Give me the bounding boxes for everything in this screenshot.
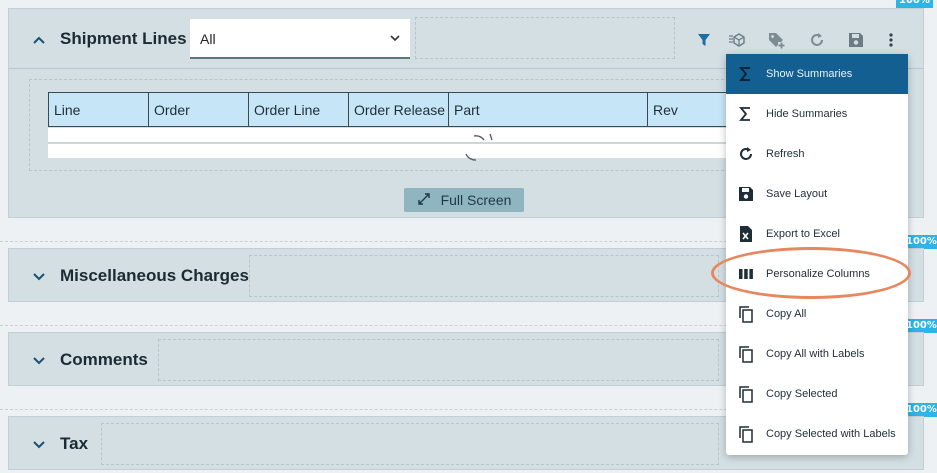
excel-icon [726, 225, 766, 243]
menu-item-export-excel[interactable]: Export to Excel [726, 214, 908, 254]
menu-item-label: Copy All [766, 308, 807, 320]
menu-item-copy-selected-labels[interactable]: Copy Selected with Labels [726, 414, 908, 454]
menu-item-label: Refresh [766, 148, 805, 160]
zoom-badge-tax: 100% [903, 403, 937, 417]
filter-icon[interactable] [693, 29, 715, 51]
menu-item-personalize-columns[interactable]: Personalize Columns [726, 254, 908, 294]
kebab-menu-icon[interactable] [880, 29, 902, 51]
loading-spinner-icon [458, 132, 498, 162]
chevron-down-icon[interactable] [29, 350, 49, 370]
cube-list-icon[interactable] [726, 29, 748, 51]
copy-icon [726, 385, 766, 403]
chevron-down-icon[interactable] [29, 434, 49, 454]
column-header-order[interactable]: Order [148, 92, 248, 127]
copy-icon [726, 425, 766, 443]
menu-item-refresh[interactable]: Refresh [726, 134, 908, 174]
zoom-badge-comments: 100% [903, 319, 937, 333]
chevron-down-icon[interactable] [29, 266, 49, 286]
column-header-order-line[interactable]: Order Line [248, 92, 348, 127]
expand-icon [417, 192, 431, 209]
copy-icon [726, 345, 766, 363]
menu-item-label: Show Summaries [766, 68, 853, 80]
menu-item-save-layout[interactable]: Save Layout [726, 174, 908, 214]
menu-item-label: Export to Excel [766, 228, 840, 240]
copy-icon [726, 305, 766, 323]
zoom-badge-misc: 100% [903, 235, 937, 249]
menu-item-show-summaries[interactable]: Show Summaries [726, 54, 908, 94]
column-header-order-release[interactable]: Order Release [348, 92, 448, 127]
menu-item-label: Copy All with Labels [766, 348, 865, 360]
menu-item-label: Save Layout [766, 188, 828, 200]
full-screen-button[interactable]: Full Screen [404, 188, 524, 212]
menu-item-label: Personalize Columns [766, 268, 870, 280]
menu-item-label: Copy Selected [766, 388, 838, 400]
shipment-lines-title: Shipment Lines [60, 29, 187, 48]
menu-item-copy-selected[interactable]: Copy Selected [726, 374, 908, 414]
save-icon [726, 185, 766, 203]
refresh-icon [726, 145, 766, 163]
chevron-up-icon[interactable] [29, 30, 49, 50]
column-header-line[interactable]: Line [48, 92, 148, 127]
chevron-down-icon [388, 31, 402, 45]
grid-body [48, 128, 748, 158]
line-filter-select[interactable]: All [190, 19, 410, 59]
menu-item-copy-all-labels[interactable]: Copy All with Labels [726, 334, 908, 374]
menu-item-copy-all[interactable]: Copy All [726, 294, 908, 334]
shipment-lines-grid: Line Order Order Line Order Release Part… [29, 79, 749, 171]
menu-item-hide-summaries[interactable]: Hide Summaries [726, 94, 908, 134]
comments-title: Comments [60, 350, 148, 369]
grid-header-row: Line Order Order Line Order Release Part… [48, 92, 747, 127]
full-screen-label: Full Screen [440, 192, 512, 208]
column-header-part[interactable]: Part [448, 92, 647, 127]
header-dropzone [415, 17, 675, 59]
save-icon[interactable] [845, 29, 867, 51]
sigma-icon [726, 65, 766, 83]
tax-title: Tax [60, 434, 89, 453]
header-dropzone [101, 423, 719, 465]
line-filter-value: All [200, 31, 216, 47]
grid-options-menu: Show Summaries Hide Summaries Refresh Sa… [726, 54, 908, 455]
misc-charges-title: Miscellaneous Charges [60, 266, 249, 285]
sigma-icon [726, 105, 766, 123]
header-dropzone [249, 255, 719, 297]
refresh-icon[interactable] [806, 29, 828, 51]
menu-item-label: Copy Selected with Labels [766, 428, 896, 440]
menu-item-label: Hide Summaries [766, 108, 848, 120]
tag-add-icon[interactable] [765, 29, 787, 51]
zoom-badge-top: 100% [896, 0, 933, 8]
header-dropzone [158, 339, 719, 381]
columns-icon [726, 265, 766, 283]
